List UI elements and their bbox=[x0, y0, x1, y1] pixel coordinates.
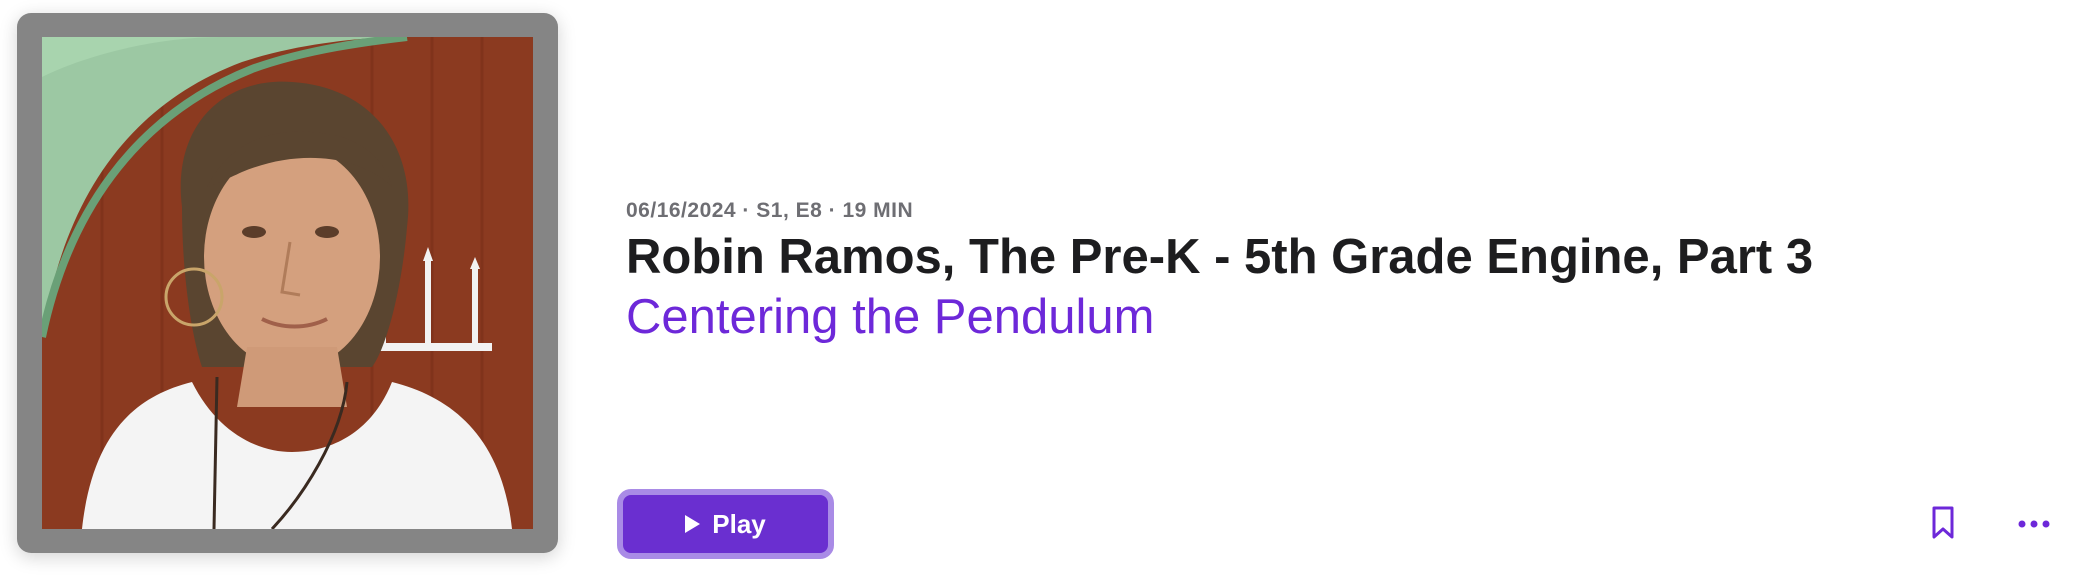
play-button[interactable]: Play bbox=[617, 489, 834, 559]
episode-meta: 06/16/2024 · S1, E8 · 19 MIN bbox=[626, 199, 914, 222]
episode-artwork bbox=[42, 37, 533, 529]
play-icon bbox=[685, 515, 701, 533]
bookmark-button[interactable] bbox=[1925, 502, 1961, 544]
ellipsis-icon bbox=[2018, 520, 2050, 528]
show-name-link[interactable]: Centering the Pendulum bbox=[626, 288, 1889, 346]
episode-artwork-frame bbox=[17, 13, 558, 553]
play-button-label: Play bbox=[712, 508, 766, 539]
episode-info: 06/16/2024 · S1, E8 · 19 MIN Robin Ramos… bbox=[626, 196, 1889, 346]
bookmark-icon bbox=[1932, 506, 1954, 539]
more-options-button[interactable] bbox=[2014, 508, 2054, 540]
episode-title: Robin Ramos, The Pre-K - 5th Grade Engin… bbox=[626, 230, 1814, 284]
